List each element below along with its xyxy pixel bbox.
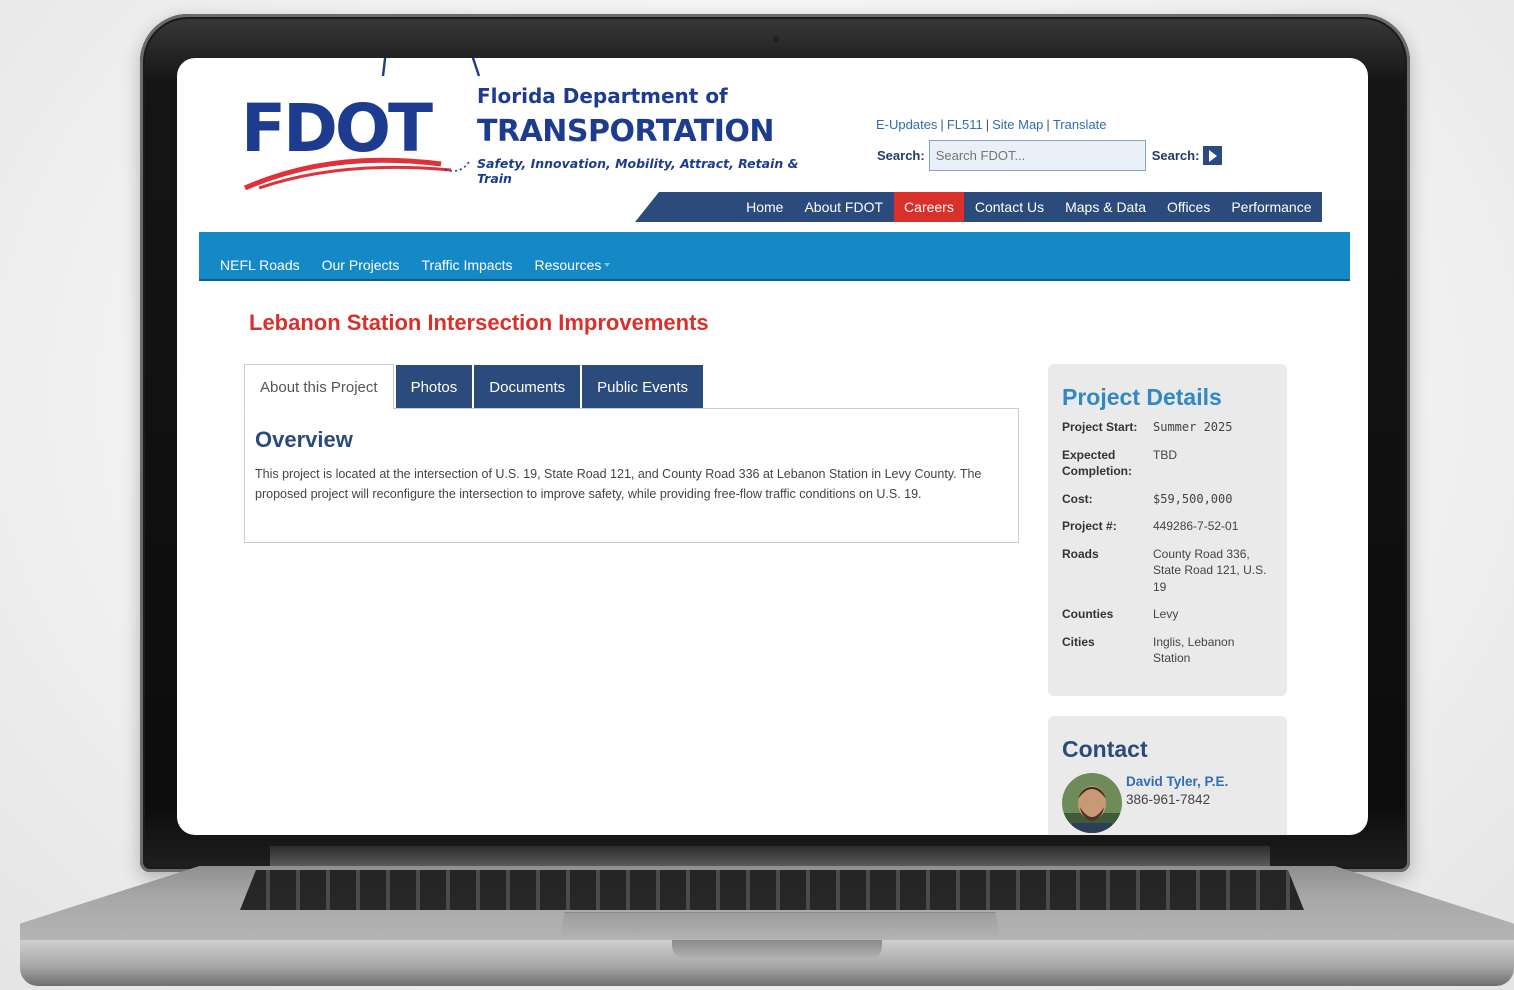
detail-key: Project #: xyxy=(1062,519,1117,533)
utility-links: E-Updates | FL511 | Site Map | Translate xyxy=(876,117,1107,132)
project-details-heading: Project Details xyxy=(1062,384,1222,410)
nav-about-fdot[interactable]: About FDOT xyxy=(794,192,894,222)
contact-heading: Contact xyxy=(1062,736,1148,762)
detail-value: Summer 2025 xyxy=(1153,420,1233,434)
subnav-our-projects[interactable]: Our Projects xyxy=(322,257,400,273)
play-arrow-icon xyxy=(1208,149,1217,162)
subnav-nefl-roads[interactable]: NEFL Roads xyxy=(220,257,300,273)
avatar xyxy=(1062,773,1122,833)
nav-offices[interactable]: Offices xyxy=(1157,192,1221,222)
contact-box: Contact David Tyler, P.E. 386-961-7842 xyxy=(1048,716,1287,835)
nav-performance[interactable]: Performance xyxy=(1221,192,1322,222)
detail-value: Levy xyxy=(1153,607,1179,621)
subnav-resources-label: Resources xyxy=(534,257,602,273)
florida-outline-icon xyxy=(381,58,481,77)
e-updates-link[interactable]: E-Updates xyxy=(876,117,937,132)
detail-value: Inglis, Lebanon Station xyxy=(1153,634,1235,666)
detail-value: County Road 336, State Road 121, U.S. 19 xyxy=(1153,546,1267,594)
detail-key: Project Start: xyxy=(1062,420,1138,434)
dept-name-line2: TRANSPORTATION xyxy=(477,114,775,149)
separator: | xyxy=(1046,117,1050,132)
contact-info: David Tyler, P.E. 386-961-7842 xyxy=(1126,771,1228,807)
detail-key: Roads xyxy=(1062,546,1099,561)
subnav-resources[interactable]: Resources xyxy=(534,257,611,273)
tab-public-events[interactable]: Public Events xyxy=(582,365,704,410)
overview-text: This project is located at the intersect… xyxy=(255,467,982,501)
detail-key: Cost: xyxy=(1062,491,1093,506)
overview-heading: Overview xyxy=(255,427,353,452)
page-title: Lebanon Station Intersection Improvement… xyxy=(249,310,709,335)
contact-phone: 386-961-7842 xyxy=(1126,792,1211,807)
nav-contact-us[interactable]: Contact Us xyxy=(964,192,1054,222)
main-nav: Home About FDOT Careers Contact Us Maps … xyxy=(635,192,1322,222)
contact-name-link[interactable]: David Tyler, P.E. xyxy=(1126,774,1228,789)
nav-maps-data[interactable]: Maps & Data xyxy=(1055,192,1157,222)
search-label: Search: xyxy=(877,148,925,163)
logo-swoosh-icon xyxy=(243,157,470,190)
project-tabs: About this Project Photos Documents Publ… xyxy=(244,364,705,410)
detail-key: Counties xyxy=(1062,607,1114,621)
site-map-link[interactable]: Site Map xyxy=(992,117,1043,132)
separator: | xyxy=(940,117,944,132)
tab-about-project[interactable]: About this Project xyxy=(244,364,394,410)
about-project-panel: Overview This project is located at the … xyxy=(244,408,1019,543)
detail-row-cost: Cost: $59,500,000 xyxy=(1062,491,1273,508)
person-photo-icon xyxy=(1062,773,1122,833)
detail-value: TBD xyxy=(1153,447,1177,462)
sub-nav: NEFL Roads Our Projects Traffic Impacts … xyxy=(199,232,1350,281)
search-button-label: Search: xyxy=(1151,148,1200,163)
camera-icon xyxy=(772,36,780,44)
detail-row-start: Project Start: Summer 2025 xyxy=(1062,419,1273,436)
fdot-logo[interactable]: FDOT Florida Department of TRANSPORTATIO… xyxy=(241,58,801,190)
dept-name-line1: Florida Department of xyxy=(477,84,728,108)
tab-photos[interactable]: Photos xyxy=(395,365,473,410)
tagline: Safety, Innovation, Mobility, Attract, R… xyxy=(477,156,799,186)
detail-row-completion: Expected Completion: TBD xyxy=(1062,447,1273,480)
contact-card: David Tyler, P.E. 386-961-7842 xyxy=(1062,771,1273,833)
chevron-down-icon xyxy=(604,263,611,267)
project-details-box: Project Details Project Start: Summer 20… xyxy=(1048,364,1287,696)
detail-row-roads: Roads County Road 336, State Road 121, U… xyxy=(1062,546,1273,596)
detail-value: 449286-7-52-01 xyxy=(1153,519,1239,533)
search-go-button[interactable] xyxy=(1203,146,1223,165)
separator: | xyxy=(985,117,990,132)
detail-row-counties: Counties Levy xyxy=(1062,606,1273,623)
search-bar: Search: Search: xyxy=(877,140,1223,171)
detail-value: $59,500,000 xyxy=(1153,491,1233,506)
tab-documents[interactable]: Documents xyxy=(474,365,581,410)
translate-link[interactable]: Translate xyxy=(1053,117,1107,132)
detail-row-cities: Cities Inglis, Lebanon Station xyxy=(1062,634,1273,667)
nav-home[interactable]: Home xyxy=(736,192,794,222)
fl511-link[interactable]: FL511 xyxy=(947,117,983,132)
subnav-traffic-impacts[interactable]: Traffic Impacts xyxy=(421,257,512,273)
search-input[interactable] xyxy=(928,140,1146,171)
laptop-keyboard xyxy=(240,870,1304,910)
browser-screen: FDOT Florida Department of TRANSPORTATIO… xyxy=(177,58,1368,835)
nav-careers[interactable]: Careers xyxy=(893,192,965,222)
laptop-notch xyxy=(672,940,882,960)
detail-key: Expected Completion: xyxy=(1062,447,1132,479)
detail-key: Cities xyxy=(1062,634,1095,649)
detail-row-project-number: Project #: 449286-7-52-01 xyxy=(1062,518,1273,535)
